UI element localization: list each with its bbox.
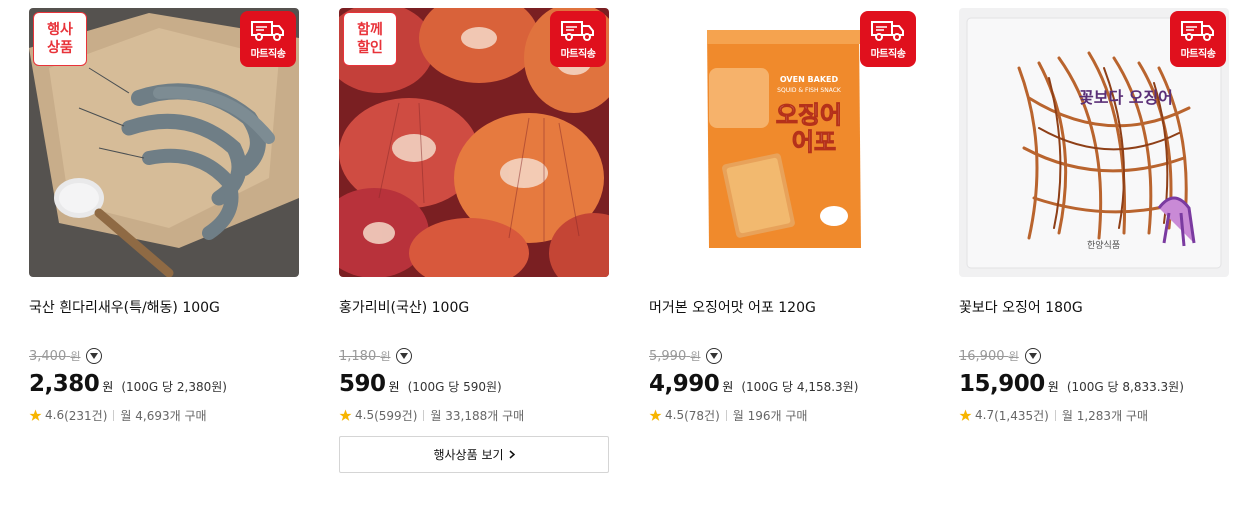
original-price-row: 1,180 원 [339,347,609,365]
product-card[interactable]: OVEN BAKED SQUID & FISH SNACK 오징어 어포 마트직… [649,8,919,423]
price-row: 2,380 원 (100G 당 2,380원) [29,371,299,401]
event-badge: 행사 상품 [33,12,87,66]
product-image[interactable]: 꽃보다 오징어 한양식품 마트직송 [959,8,1229,277]
star-icon [29,409,42,421]
price-row: 4,990 원 (100G 당 4,158.3원) [649,371,919,401]
mart-delivery-badge: 마트직송 [860,11,916,67]
chevron-right-icon [509,450,515,459]
divider [423,409,425,421]
delivery-truck-icon [561,21,594,41]
package-text: OVEN BAKED [780,75,839,84]
price-detail-toggle[interactable] [86,348,103,364]
star-icon [959,409,972,421]
review-count: (231건) [64,408,108,423]
rating-value: 4.6 [45,408,65,422]
original-price: 16,900 원 [959,349,1019,364]
rating-value: 4.7 [975,408,995,422]
event-badge: 함께 할인 [343,12,397,66]
original-price: 5,990 원 [649,349,701,364]
product-name[interactable]: 머거본 오징어맛 어포 120G [649,297,919,317]
chevron-down-icon [1028,353,1037,359]
package-text: 어포 [792,128,836,156]
chevron-down-icon [90,353,99,359]
delivery-truck-icon [251,21,284,41]
price-detail-toggle[interactable] [706,348,723,364]
rating-row: 4.5 (599건) 월 33,188개 구매 [339,407,609,423]
sale-price: 2,380 [29,371,100,397]
product-image[interactable]: OVEN BAKED SQUID & FISH SNACK 오징어 어포 마트직… [649,8,919,277]
price-row: 15,900 원 (100G 당 8,833.3원) [959,371,1229,401]
divider [1054,409,1056,421]
original-price: 1,180 원 [339,349,391,364]
price-row: 590 원 (100G 당 590원) [339,371,609,401]
chevron-down-icon [400,353,409,359]
badge-label: 마트직송 [250,49,286,60]
star-icon [339,409,352,421]
rating-value: 4.5 [355,408,375,422]
original-price-row: 3,400 원 [29,347,299,365]
mart-delivery-badge: 마트직송 [1170,11,1226,67]
monthly-purchases: 월 4,693개 구매 [120,408,207,423]
chevron-down-icon [710,353,719,359]
button-label: 행사상품 보기 [433,448,504,462]
mart-delivery-badge: 마트직송 [240,11,296,67]
unit-price: (100G 당 4,158.3원) [741,380,859,394]
package-text: SQUID & FISH SNACK [777,87,842,94]
review-count: (1,435건) [994,408,1049,423]
delivery-truck-icon [1181,21,1214,41]
product-card[interactable]: 행사 상품 마트직송 국산 흰다리새우(특/해동) 100G 3,400 원 2,… [29,8,299,423]
monthly-purchases: 월 33,188개 구매 [430,408,525,423]
divider [113,409,115,421]
product-name[interactable]: 꽃보다 오징어 180G [959,297,1229,317]
rating-row: 4.7 (1,435건) 월 1,283개 구매 [959,407,1229,423]
unit-price: (100G 당 590원) [407,380,502,394]
badge-label: 마트직송 [1180,49,1216,60]
badge-label: 마트직송 [560,49,596,60]
currency: 원 [722,380,734,394]
product-image[interactable]: 행사 상품 마트직송 [29,8,299,277]
product-name[interactable]: 국산 흰다리새우(특/해동) 100G [29,297,299,317]
sale-price: 4,990 [649,371,720,397]
product-grid: 행사 상품 마트직송 국산 흰다리새우(특/해동) 100G 3,400 원 2,… [0,0,1252,505]
monthly-purchases: 월 196개 구매 [732,408,808,423]
product-card[interactable]: 함께 할인 마트직송 홍가리비(국산) 100G 1,180 원 590 원 (… [339,8,609,423]
sale-price: 15,900 [959,371,1045,397]
product-name[interactable]: 홍가리비(국산) 100G [339,297,609,317]
delivery-truck-icon [871,21,904,41]
review-count: (599건) [374,408,418,423]
original-price-row: 16,900 원 [959,347,1229,365]
unit-price: (100G 당 8,833.3원) [1066,380,1184,394]
review-count: (78건) [684,408,720,423]
badge-label: 마트직송 [870,49,906,60]
monthly-purchases: 월 1,283개 구매 [1061,408,1149,423]
original-price-row: 5,990 원 [649,347,919,365]
price-detail-toggle[interactable] [1024,348,1041,364]
rating-value: 4.5 [665,408,685,422]
package-text: 오징어 [776,101,842,129]
price-detail-toggle[interactable] [396,348,413,364]
product-card[interactable]: 꽃보다 오징어 한양식품 마트직송 꽃보다 오징어 180G 16,900 원 [959,8,1229,423]
divider [725,409,727,421]
product-image[interactable]: 함께 할인 마트직송 [339,8,609,277]
unit-price: (100G 당 2,380원) [121,380,227,394]
star-icon [649,409,662,421]
rating-row: 4.5 (78건) 월 196개 구매 [649,407,919,423]
rating-row: 4.6 (231건) 월 4,693개 구매 [29,407,299,423]
sale-price: 590 [339,371,386,397]
currency: 원 [388,380,400,394]
mart-delivery-badge: 마트직송 [550,11,606,67]
package-text: 꽃보다 오징어 [1079,88,1173,107]
view-event-products-button[interactable]: 행사상품 보기 [339,436,609,473]
currency: 원 [102,380,114,394]
original-price: 3,400 원 [29,349,81,364]
package-text: 한양식품 [1087,240,1120,251]
currency: 원 [1047,380,1059,394]
